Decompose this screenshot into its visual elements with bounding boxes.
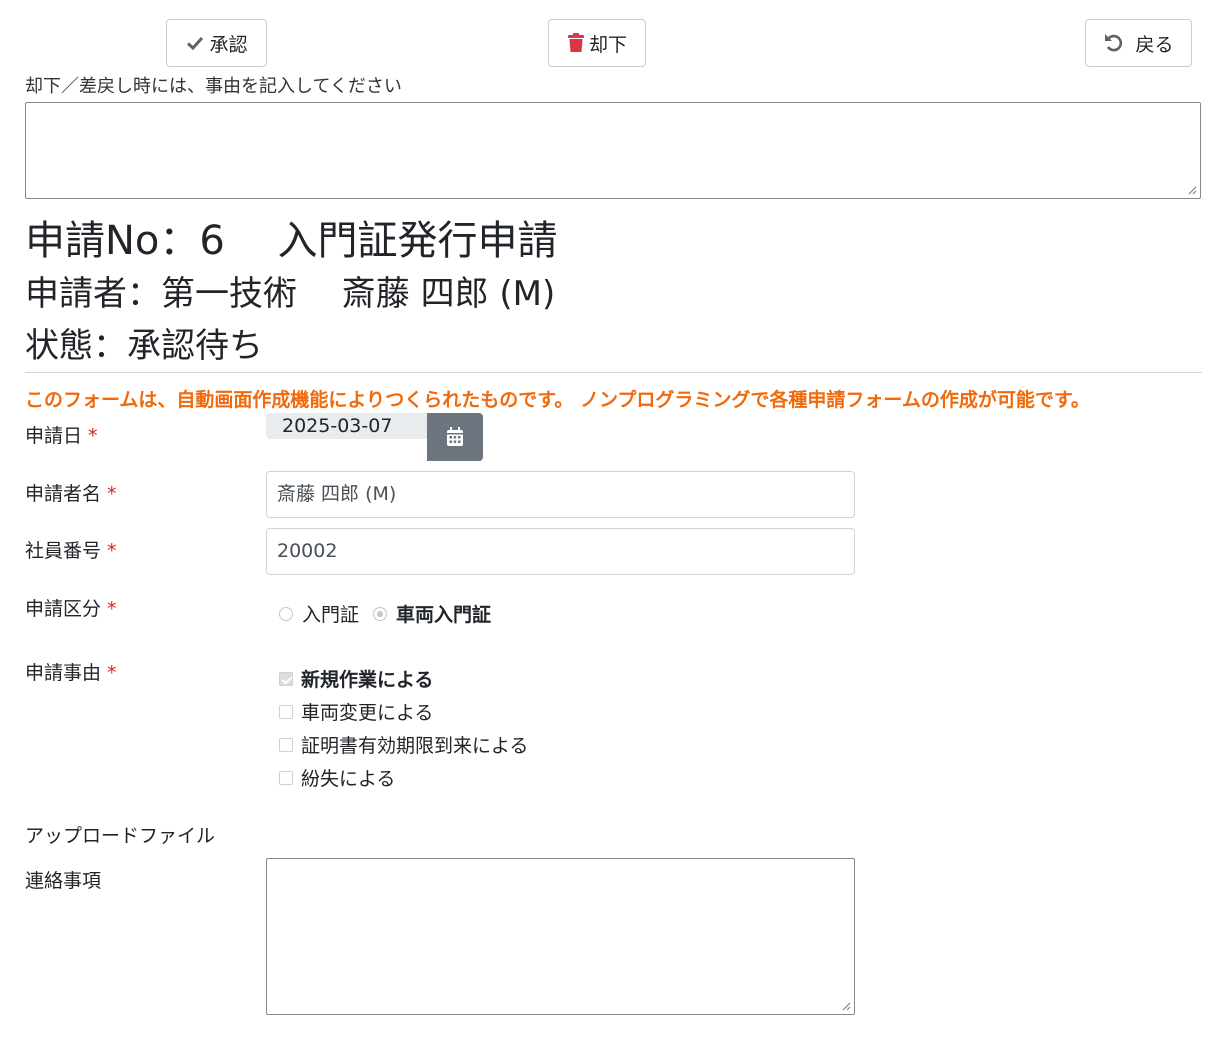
- required-mark: *: [107, 598, 117, 620]
- required-mark: *: [88, 425, 98, 447]
- notice-text: このフォームは、自動画面作成機能によりつくられたものです。 ノンプログラミングで…: [25, 389, 1090, 411]
- check-vehicle-change[interactable]: 車両変更による: [279, 698, 433, 725]
- reject-button[interactable]: 却下: [548, 19, 646, 67]
- check-lost[interactable]: 紛失による: [279, 764, 395, 791]
- applicant-line: 申請者：第一技術 斎藤 四郎 (M): [25, 274, 556, 314]
- date-input[interactable]: 2025-03-07: [266, 413, 427, 439]
- resize-grip-icon[interactable]: [1187, 185, 1197, 195]
- calendar-icon: [447, 427, 463, 446]
- check-vehicle-change-label[interactable]: 車両変更による: [301, 698, 433, 725]
- category-label: 申請区分 *: [25, 598, 117, 620]
- reason-checks-label: 申請事由 *: [25, 662, 117, 684]
- approve-button[interactable]: 承認: [166, 19, 267, 67]
- approve-label: 承認: [209, 34, 248, 56]
- contact-label: 連絡事項: [25, 870, 102, 892]
- radio-vehicle-pass-label[interactable]: 車両入門証: [396, 600, 491, 627]
- applicant-name-field[interactable]: 斎藤 四郎 (M): [266, 471, 855, 518]
- back-button[interactable]: 戻る: [1085, 19, 1192, 67]
- check-cert-expiry[interactable]: 証明書有効期限到来による: [279, 731, 528, 758]
- employee-no-field[interactable]: 20002: [266, 528, 855, 575]
- date-label: 申請日 *: [25, 425, 98, 447]
- checkbox[interactable]: [279, 704, 293, 719]
- back-label: 戻る: [1135, 34, 1174, 56]
- reason-textarea[interactable]: [25, 102, 1201, 199]
- check-cert-expiry-label[interactable]: 証明書有効期限到来による: [301, 731, 528, 758]
- check-new-work-label[interactable]: 新規作業による: [301, 665, 433, 692]
- required-mark: *: [107, 540, 117, 562]
- required-mark: *: [107, 662, 117, 684]
- application-title: 申請No：6 入門証発行申請: [25, 218, 558, 264]
- trash-icon: [567, 33, 585, 53]
- upload-label: アップロードファイル: [25, 825, 216, 847]
- category-radio-group: 入門証 車両入門証: [279, 600, 505, 627]
- radio-gate-pass[interactable]: [279, 606, 293, 621]
- check-new-work[interactable]: 新規作業による: [279, 665, 433, 692]
- undo-icon: [1103, 32, 1125, 54]
- checkbox[interactable]: [279, 671, 293, 686]
- checkbox[interactable]: [279, 770, 293, 785]
- radio-vehicle-pass[interactable]: [373, 606, 388, 621]
- checkbox[interactable]: [279, 737, 293, 752]
- check-icon: [185, 33, 205, 53]
- reason-label: 却下／差戻し時には、事由を記入してください: [25, 76, 402, 97]
- resize-grip-icon[interactable]: [841, 1001, 851, 1011]
- applicant-name-label: 申請者名 *: [25, 483, 117, 505]
- calendar-button[interactable]: [427, 413, 483, 461]
- status-line: 状態：承認待ち: [25, 326, 263, 366]
- contact-textarea[interactable]: [266, 858, 855, 1015]
- radio-gate-pass-label[interactable]: 入門証: [302, 600, 359, 627]
- check-lost-label[interactable]: 紛失による: [301, 764, 395, 791]
- required-mark: *: [107, 483, 117, 505]
- divider: [25, 372, 1202, 373]
- employee-no-label: 社員番号 *: [25, 540, 117, 562]
- reject-label: 却下: [588, 34, 627, 56]
